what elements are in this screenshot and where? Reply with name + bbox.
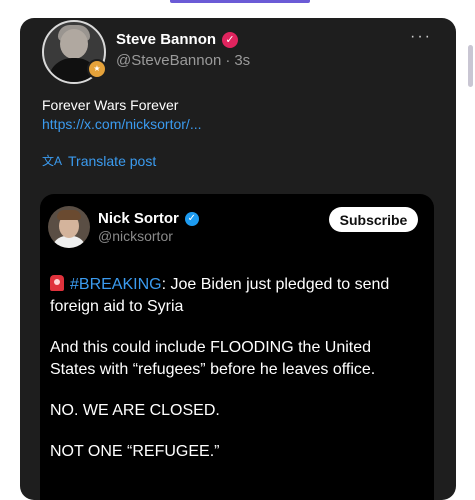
quoted-paragraph-2: And this could include FLOODING the Unit… <box>50 339 376 378</box>
translate-post-button[interactable]: 文A Translate post <box>42 152 156 169</box>
quoted-paragraph-3: NO. WE ARE CLOSED. <box>50 402 220 419</box>
scrollbar-thumb[interactable] <box>468 45 473 87</box>
quoted-author-name[interactable]: Nick Sortor <box>98 210 179 227</box>
more-options-icon[interactable]: ··· <box>410 28 432 46</box>
quoted-post-body: #BREAKING: Joe Biden just pledged to sen… <box>50 274 420 482</box>
quoted-paragraph-4: NOT ONE “REFUGEE.” <box>50 443 220 460</box>
author-handle-line: @SteveBannon · 3s <box>116 52 250 69</box>
post-timestamp[interactable]: 3s <box>234 52 250 69</box>
affiliate-badge-icon: ★ <box>87 59 107 79</box>
subscribe-button[interactable]: Subscribe <box>329 207 418 232</box>
author-handle[interactable]: @SteveBannon <box>116 52 221 69</box>
verified-badge-icon: ✓ <box>222 31 239 48</box>
quoted-post[interactable]: Nick Sortor ✓ @nicksortor Subscribe #BRE… <box>40 194 434 500</box>
translate-icon: 文A <box>42 154 63 168</box>
post-link[interactable]: https://x.com/nicksortor/... <box>42 116 202 132</box>
quoted-name-line: Nick Sortor ✓ <box>98 210 199 227</box>
author-name[interactable]: Steve Bannon <box>116 31 216 48</box>
scrollbar[interactable] <box>463 0 475 500</box>
verified-badge-icon: ✓ <box>184 211 199 226</box>
top-progress-indicator <box>170 0 310 3</box>
quoted-paragraph-1: #BREAKING: Joe Biden just pledged to sen… <box>50 274 420 318</box>
quoted-author-handle[interactable]: @nicksortor <box>98 228 173 244</box>
translate-label: Translate post <box>68 152 157 169</box>
separator-dot: · <box>225 52 231 69</box>
quoted-avatar[interactable] <box>48 206 90 248</box>
avatar-face <box>60 29 88 59</box>
author-name-line: Steve Bannon ✓ <box>116 31 239 48</box>
hashtag-link[interactable]: #BREAKING <box>70 276 162 293</box>
siren-icon <box>50 275 64 291</box>
quoted-avatar-hair <box>57 210 81 220</box>
post-card[interactable]: ★ Steve Bannon ✓ @SteveBannon · 3s ··· F… <box>20 18 456 500</box>
post-text: Forever Wars Forever <box>42 97 179 113</box>
